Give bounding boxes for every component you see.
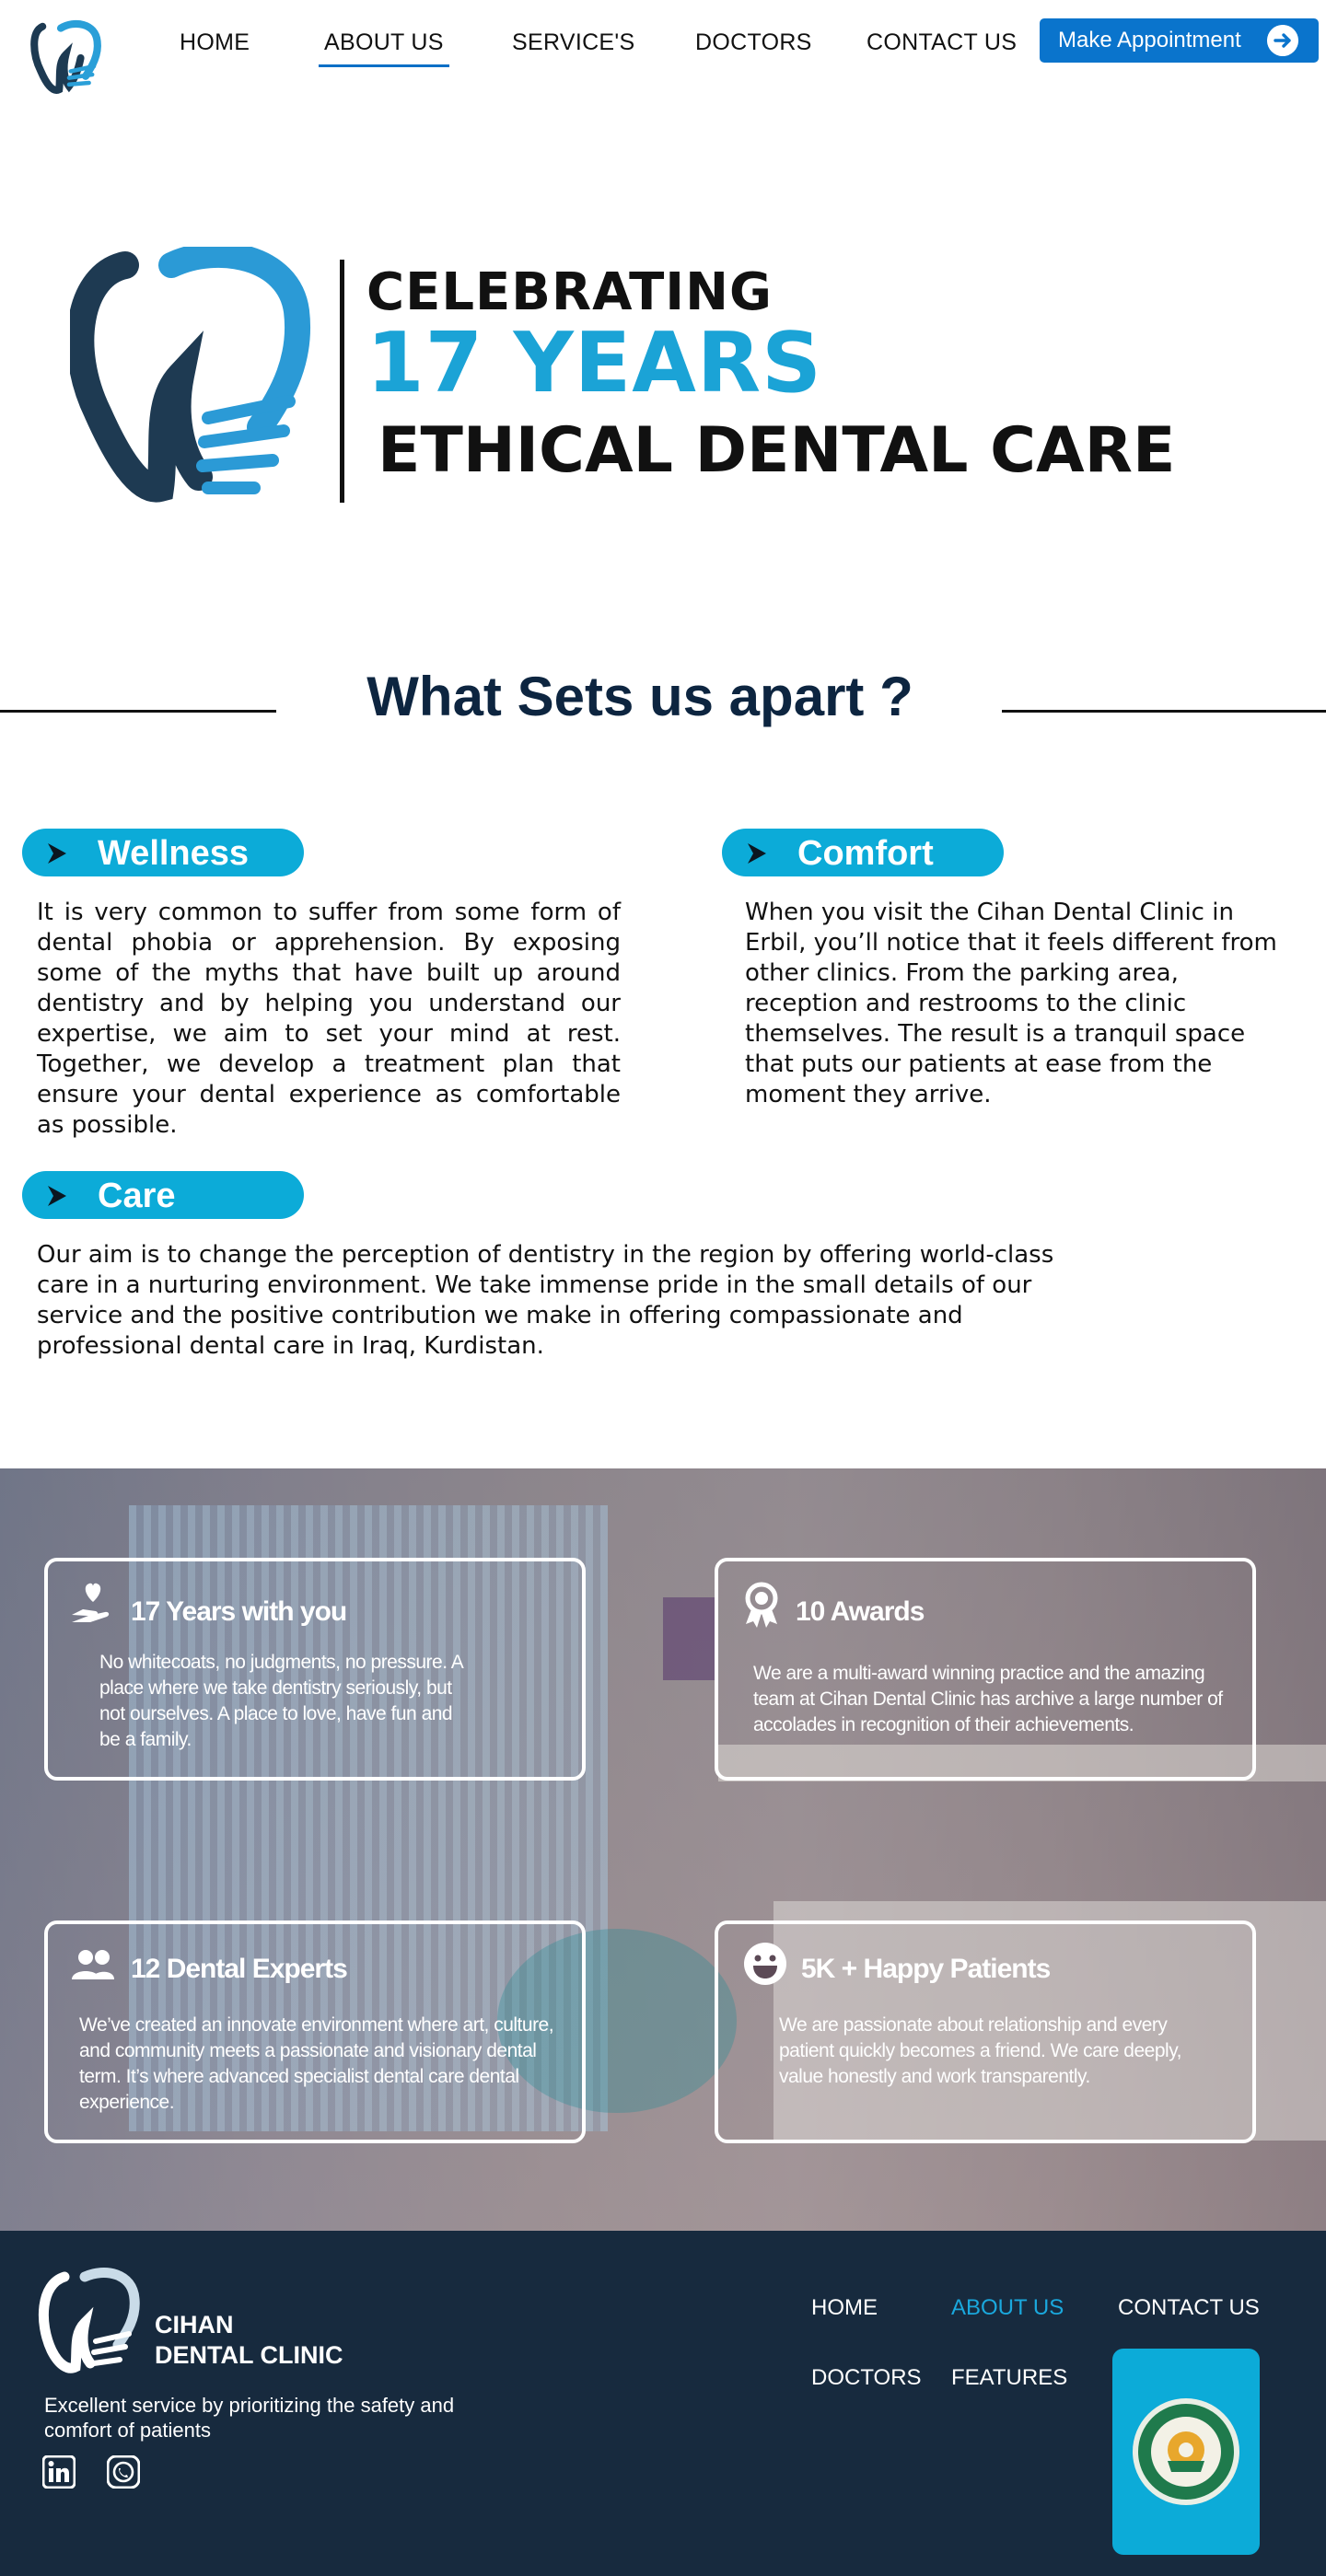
feature-pill-comfort: Comfort bbox=[722, 829, 1004, 876]
stat-card-experts: 12 Dental Experts We’ve created an innov… bbox=[44, 1920, 586, 2143]
stat-text: We’ve created an innovate environment wh… bbox=[79, 2014, 554, 2113]
stat-text: We are a multi-award winning practice an… bbox=[753, 1663, 1223, 1735]
footer-brand-line1: CIHAN bbox=[155, 2311, 234, 2338]
feature-title: Wellness bbox=[98, 834, 250, 873]
feature-title: Care bbox=[98, 1177, 176, 1215]
stat-card-years: 17 Years with you No whitecoats, no judg… bbox=[44, 1558, 586, 1781]
top-navigation: HOME ABOUT US SERVICE'S DOCTORS CONTACT … bbox=[0, 0, 1326, 94]
nav-home[interactable]: HOME bbox=[180, 29, 250, 56]
whatsapp-icon[interactable] bbox=[107, 2455, 140, 2489]
award-ribbon-icon bbox=[745, 1582, 778, 1628]
footer-link-contact-us[interactable]: CONTACT US bbox=[1118, 2295, 1260, 2321]
footer-tagline: Excellent service by prioritizing the sa… bbox=[44, 2394, 455, 2442]
heart-hand-icon bbox=[72, 1583, 110, 1622]
feature-text-comfort: When you visit the Cihan Dental Clinic i… bbox=[745, 899, 1277, 1108]
chevron-right-icon bbox=[748, 843, 766, 864]
footer-brand-line2: DENTAL CLINIC bbox=[155, 2341, 343, 2369]
feature-title: Comfort bbox=[797, 834, 934, 873]
make-appointment-label: Make Appointment bbox=[1058, 28, 1241, 52]
stat-title: 17 Years with you bbox=[131, 1596, 347, 1627]
hero-divider bbox=[340, 260, 344, 503]
chevron-right-icon bbox=[48, 1186, 66, 1206]
feature-pill-wellness: Wellness bbox=[22, 829, 304, 876]
smile-face-icon bbox=[744, 1943, 786, 1985]
feature-pill-care: Care bbox=[22, 1171, 304, 1219]
footer-brand: CIHAN DENTAL CLINIC bbox=[155, 2310, 343, 2371]
make-appointment-button[interactable]: Make Appointment bbox=[1040, 18, 1319, 63]
section-title: What Sets us apart ? bbox=[366, 666, 913, 727]
hero-ethical-care: ETHICAL DENTAL CARE bbox=[378, 414, 1176, 487]
stat-card-awards: 10 Awards We are a multi-award winning p… bbox=[715, 1558, 1256, 1781]
clinic-photo-band: 17 Years with you No whitecoats, no judg… bbox=[0, 1468, 1326, 2231]
feature-text-care: Our aim is to change the perception of d… bbox=[37, 1241, 1054, 1360]
footer-link-features[interactable]: FEATURES bbox=[951, 2365, 1067, 2391]
stat-card-patients: 5K + Happy Patients We are passionate ab… bbox=[715, 1920, 1256, 2143]
footer-link-about-us[interactable]: ABOUT US bbox=[951, 2295, 1064, 2321]
nav-services[interactable]: SERVICE'S bbox=[512, 29, 634, 56]
footer-link-home[interactable]: HOME bbox=[811, 2295, 878, 2321]
tooth-logo-icon[interactable] bbox=[37, 2266, 147, 2374]
stat-title: 5K + Happy Patients bbox=[801, 1954, 1051, 1984]
chevron-right-icon bbox=[48, 843, 66, 864]
hero-years: 17 YEARS bbox=[366, 315, 823, 412]
nav-doctors[interactable]: DOCTORS bbox=[695, 29, 812, 56]
stat-title: 12 Dental Experts bbox=[131, 1954, 348, 1984]
cihan-university-seal-icon bbox=[1133, 2398, 1239, 2505]
site-footer: CIHAN DENTAL CLINIC Excellent service by… bbox=[0, 2231, 1326, 2576]
university-seal-card bbox=[1112, 2349, 1260, 2555]
stat-text: We are passionate about relationship and… bbox=[779, 2014, 1181, 2087]
linkedin-icon[interactable] bbox=[42, 2455, 76, 2489]
nav-contact-us[interactable]: CONTACT US bbox=[867, 29, 1017, 56]
arrow-right-circle-icon bbox=[1267, 25, 1298, 56]
feature-text-wellness: It is very common to suffer from some fo… bbox=[37, 899, 621, 1139]
stat-title: 10 Awards bbox=[796, 1596, 925, 1627]
wall-picture bbox=[663, 1597, 718, 1680]
stat-text: No whitecoats, no judgments, no pressure… bbox=[99, 1652, 463, 1750]
users-group-icon bbox=[72, 1950, 114, 1979]
hero-celebrating: CELEBRATING bbox=[366, 262, 773, 322]
tooth-logo-icon bbox=[70, 247, 310, 503]
footer-link-doctors[interactable]: DOCTORS bbox=[811, 2365, 922, 2391]
tooth-logo-icon[interactable] bbox=[28, 17, 110, 99]
nav-about-us[interactable]: ABOUT US bbox=[319, 29, 449, 67]
